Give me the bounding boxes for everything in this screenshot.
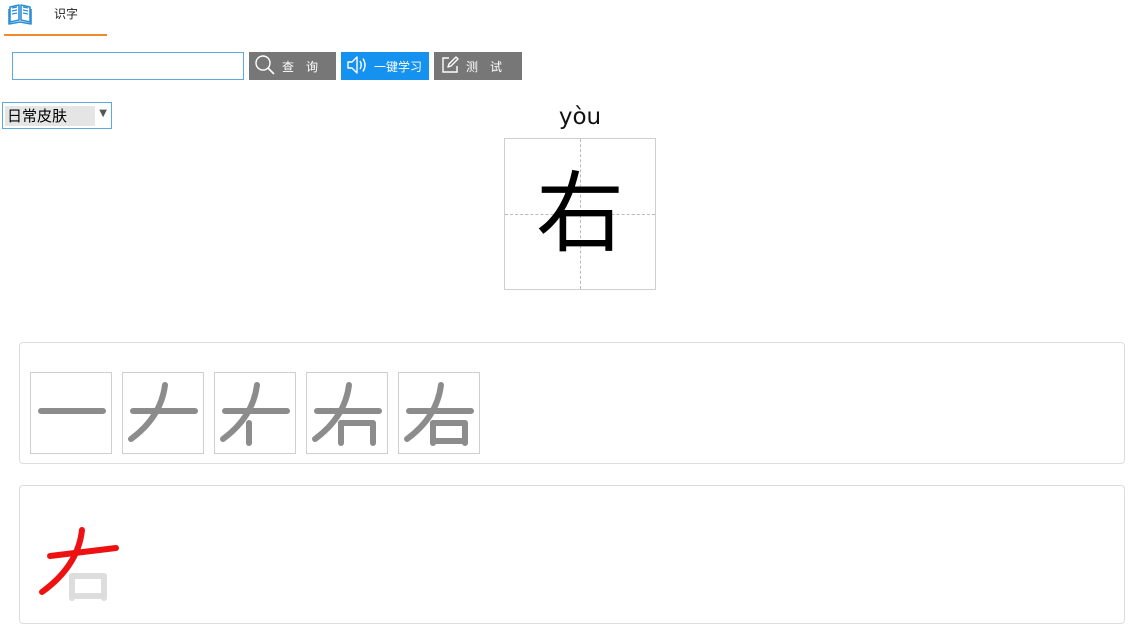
stroke-order-panel [19,342,1125,464]
stroke-animation-panel [19,485,1125,624]
tab-bar: 识字 [0,0,1140,36]
skin-select-value: 日常皮肤 [5,106,95,126]
stroke-step-5 [398,372,480,454]
stroke-step-2 [122,372,204,454]
skin-select[interactable]: 日常皮肤 ▼ [2,102,112,129]
tab-character-learning[interactable]: 识字 [4,0,107,36]
stroke-step-3 [214,372,296,454]
animated-character [39,527,119,601]
edit-icon [440,55,460,78]
stroke-step-4 [306,372,388,454]
query-button-label: 查 询 [282,59,319,74]
query-button[interactable]: 查 询 [249,52,336,80]
search-icon [254,54,276,79]
chevron-down-icon: ▼ [99,108,107,119]
book-icon [8,3,32,25]
character-grid: 右 [504,138,656,290]
main-character: 右 [535,162,624,265]
speaker-icon [346,55,368,78]
pinyin-label: yòu [558,104,602,130]
test-button-label: 测 试 [466,59,503,74]
stroke-step-1 [30,372,112,454]
one-click-learn-label: 一键学习 [374,59,423,74]
tab-label: 识字 [54,7,79,21]
search-input[interactable] [12,52,244,80]
test-button[interactable]: 测 试 [434,52,522,80]
one-click-learn-button[interactable]: 一键学习 [341,52,429,80]
